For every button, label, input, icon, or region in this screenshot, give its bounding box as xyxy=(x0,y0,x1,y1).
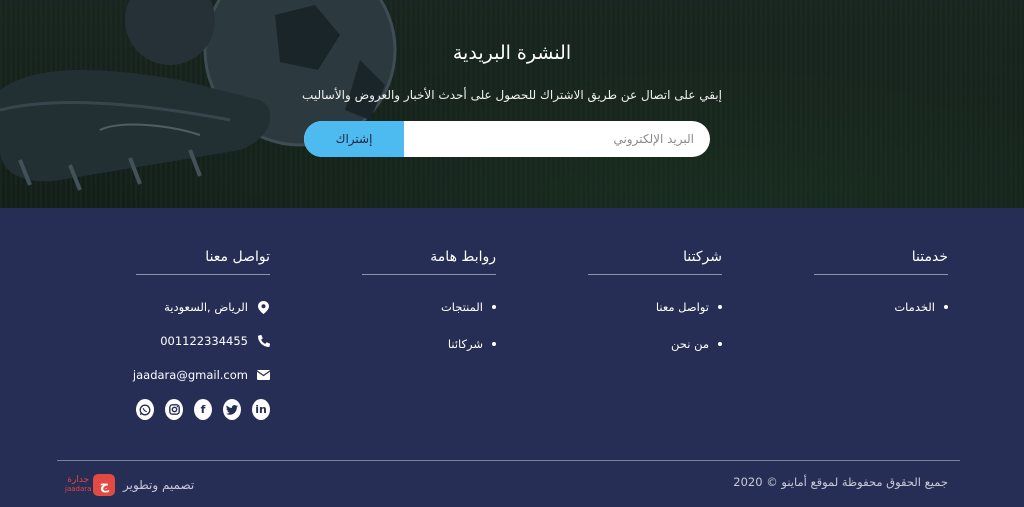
logo-name: جدارة xyxy=(67,475,90,485)
subscribe-button[interactable]: إشتراك xyxy=(304,121,404,157)
company-heading: شركتنا xyxy=(588,249,722,275)
facebook-icon[interactable]: f xyxy=(194,399,212,420)
bullet-icon xyxy=(718,305,722,309)
hero-overlay xyxy=(0,0,1024,208)
linkedin-icon[interactable]: in xyxy=(252,399,270,420)
footer-link-label: تواصل معنا xyxy=(655,300,709,314)
footer-divider xyxy=(57,460,960,461)
newsletter-title: النشرة البريدية xyxy=(452,42,572,64)
map-pin-icon xyxy=(257,300,270,314)
envelope-icon xyxy=(257,370,270,380)
email-input[interactable] xyxy=(404,121,710,157)
contact-heading: تواصل معنا xyxy=(136,249,270,275)
contact-column: تواصل معنا الرياض ,السعودية 001122334455… xyxy=(132,249,270,420)
email-text: jaadara@gmail.com xyxy=(132,368,248,382)
links-heading: روابط هامة xyxy=(362,249,496,275)
footer-link-products[interactable]: المنتجات xyxy=(362,297,496,317)
bullet-icon xyxy=(492,305,496,309)
company-column: شركتنا تواصل معنا من نحن xyxy=(588,249,722,371)
services-column: خدمتنا الخدمات xyxy=(814,249,948,334)
phone-icon xyxy=(257,335,270,347)
services-heading: خدمتنا xyxy=(814,249,948,275)
logo-sub: jaadara xyxy=(65,485,92,493)
links-column: روابط هامة المنتجات شركائنا xyxy=(362,249,496,371)
bullet-icon xyxy=(718,342,722,346)
instagram-icon[interactable] xyxy=(165,399,183,420)
newsletter-subtitle: إبقي على اتصال عن طريق الاشتراك للحصول ع… xyxy=(302,88,722,102)
footer-link-label: الخدمات xyxy=(894,300,935,314)
site-footer: خدمتنا الخدمات شركتنا تواصل معنا من نحن … xyxy=(0,208,1024,507)
footer-link-contact[interactable]: تواصل معنا xyxy=(588,297,722,317)
contact-address: الرياض ,السعودية xyxy=(136,297,270,317)
logo-mark: ج xyxy=(93,474,116,496)
whatsapp-icon[interactable] xyxy=(136,399,154,420)
address-text: الرياض ,السعودية xyxy=(164,300,248,314)
twitter-icon[interactable] xyxy=(223,399,241,420)
jaadara-logo: جدارة jaadara ج xyxy=(65,470,117,500)
footer-link-label: المنتجات xyxy=(440,300,483,314)
subscribe-form: إشتراك xyxy=(304,121,710,157)
bullet-icon xyxy=(492,342,496,346)
footer-link-label: من نحن xyxy=(671,337,709,351)
social-links: in f xyxy=(136,399,270,420)
footer-link-about[interactable]: من نحن xyxy=(588,334,722,354)
copyright-text: جميع الحقوق محفوظة لموقع أماينو © 2020 xyxy=(733,475,948,489)
footer-link-label: شركائنا xyxy=(447,337,483,351)
footer-link-partners[interactable]: شركائنا xyxy=(362,334,496,354)
bullet-icon xyxy=(944,305,948,309)
phone-text: 001122334455 xyxy=(160,334,248,348)
contact-phone[interactable]: 001122334455 xyxy=(136,331,270,351)
designer-credit[interactable]: جدارة jaadara ج تصميم وتطوير xyxy=(65,470,194,500)
credit-text: تصميم وتطوير xyxy=(123,478,195,492)
contact-email[interactable]: jaadara@gmail.com xyxy=(132,365,270,385)
newsletter-section: النشرة البريدية إبقي على اتصال عن طريق ا… xyxy=(0,0,1024,208)
footer-link-services[interactable]: الخدمات xyxy=(814,297,948,317)
